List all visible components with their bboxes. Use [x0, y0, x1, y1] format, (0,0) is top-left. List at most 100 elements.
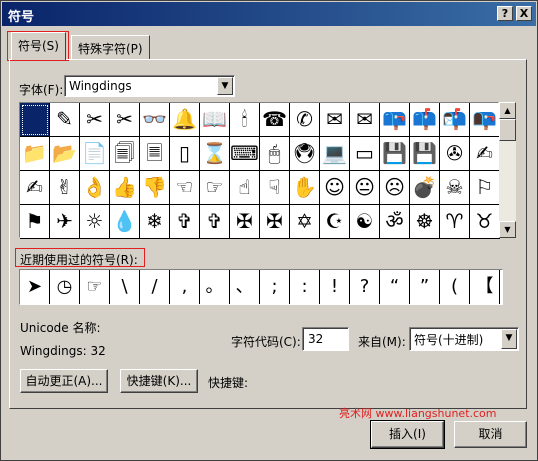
scroll-up-icon[interactable]: ▲ — [499, 102, 516, 119]
symbol-cell[interactable]: ☞ — [200, 171, 230, 205]
symbol-cell[interactable]: ☎ — [260, 103, 290, 137]
tab-special-characters[interactable]: 特殊字符(P) — [71, 35, 150, 59]
symbol-cell[interactable]: ⌛ — [200, 137, 230, 171]
symbol-cell[interactable]: ✠ — [260, 205, 290, 239]
symbol-cell[interactable]: 🗐 — [110, 137, 140, 171]
cancel-button[interactable]: 取消 — [454, 421, 527, 448]
recent-symbol-cell[interactable]: ◷ — [50, 270, 80, 304]
insert-button[interactable]: 插入(I) — [370, 420, 445, 449]
symbol-cell[interactable]: 💾 — [380, 137, 410, 171]
symbol-cell[interactable]: ✇ — [440, 137, 470, 171]
symbol-cell[interactable]: ✈ — [50, 205, 80, 239]
symbol-cell[interactable]: 👌 — [80, 171, 110, 205]
symbol-cell[interactable]: ✌ — [50, 171, 80, 205]
symbol-cell[interactable]: 🔔 — [170, 103, 200, 137]
symbol-cell[interactable]: ☺ — [320, 171, 350, 205]
symbol-cell[interactable]: 🕯 — [230, 103, 260, 137]
chevron-down-icon[interactable]: ▼ — [501, 329, 517, 349]
symbol-cell[interactable]: ♈ — [440, 205, 470, 239]
title-bar[interactable]: 符号 ? X — [2, 2, 536, 26]
symbol-cell[interactable]: 📭 — [470, 103, 500, 137]
symbol-cell[interactable]: ☠ — [440, 171, 470, 205]
symbol-cell[interactable]: 📬 — [440, 103, 470, 137]
symbol-cell[interactable]: ✍ — [20, 171, 50, 205]
symbol-cell[interactable]: ✂ — [110, 103, 140, 137]
tab-symbols[interactable]: 符号(S) — [11, 32, 66, 60]
help-button[interactable]: ? — [497, 6, 513, 21]
symbol-cell[interactable]: ✍ — [470, 137, 500, 171]
symbol-cell[interactable]: ✆ — [290, 103, 320, 137]
symbol-cell[interactable]: ▭ — [350, 137, 380, 171]
symbol-cell[interactable]: 📁 — [20, 137, 50, 171]
scroll-down-icon[interactable]: ▼ — [499, 221, 516, 238]
symbol-cell[interactable]: 💻 — [320, 137, 350, 171]
from-select[interactable]: 符号(十进制) ▼ — [409, 327, 519, 351]
recent-symbol-cell[interactable]: ➤ — [20, 270, 50, 304]
symbol-cell[interactable] — [20, 103, 50, 137]
char-code-input[interactable]: 32 — [302, 327, 349, 351]
recent-symbol-cell[interactable]: / — [140, 270, 170, 304]
recent-symbol-cell[interactable]: : — [290, 270, 320, 304]
recent-symbol-cell[interactable]: “ — [380, 270, 410, 304]
recent-symbol-cell[interactable]: ; — [260, 270, 290, 304]
recent-symbol-cell[interactable]: ? — [350, 270, 380, 304]
symbol-cell[interactable]: ✋ — [290, 171, 320, 205]
symbol-cell[interactable]: 🖱 — [260, 137, 290, 171]
symbol-cell[interactable]: 📖 — [200, 103, 230, 137]
recent-symbol-cell[interactable]: , — [170, 270, 200, 304]
symbol-cell[interactable]: 📂 — [50, 137, 80, 171]
autocorrect-button[interactable]: 自动更正(A)... — [20, 369, 108, 393]
symbol-cell[interactable]: ☯ — [350, 205, 380, 239]
symbol-cell[interactable]: ☼ — [80, 205, 110, 239]
symbol-cell[interactable]: ☹ — [380, 171, 410, 205]
symbol-cell[interactable]: ✉ — [320, 103, 350, 137]
recent-symbol-cell[interactable]: ” — [410, 270, 440, 304]
symbol-cell[interactable]: 📄 — [80, 137, 110, 171]
symbol-cell[interactable]: ☝ — [230, 171, 260, 205]
symbol-grid-scrollbar[interactable]: ▲ ▼ — [499, 102, 516, 238]
recent-symbol-cell[interactable]: 、 — [230, 270, 260, 304]
recent-symbol-cell[interactable]: 。 — [200, 270, 230, 304]
close-button[interactable]: X — [516, 6, 532, 21]
symbol-cell[interactable]: 👓 — [140, 103, 170, 137]
symbol-cell[interactable]: ⚐ — [470, 171, 500, 205]
symbol-cell[interactable]: ⚑ — [20, 205, 50, 239]
symbol-cell[interactable]: 📫 — [410, 103, 440, 137]
symbol-cell[interactable]: ♉ — [470, 205, 500, 239]
symbol-cell[interactable]: 😐 — [350, 171, 380, 205]
recent-symbol-cell[interactable]: ☞ — [80, 270, 110, 304]
symbol-cell[interactable]: ✡ — [290, 205, 320, 239]
symbol-cell[interactable]: ✞ — [200, 205, 230, 239]
watermark: 亮术网 www.liangshunet.com — [339, 407, 497, 420]
symbol-cell[interactable]: ✠ — [230, 205, 260, 239]
symbol-cell[interactable]: ☜ — [170, 171, 200, 205]
symbol-cell[interactable]: 📪 — [380, 103, 410, 137]
symbol-cell[interactable]: 💣 — [410, 171, 440, 205]
symbol-cell[interactable]: ❄ — [140, 205, 170, 239]
shortcut-key-button[interactable]: 快捷键(K)... — [120, 369, 198, 393]
symbol-cell[interactable]: 💾 — [410, 137, 440, 171]
symbol-cell[interactable]: ▯ — [170, 137, 200, 171]
symbol-cell[interactable]: 👎 — [140, 171, 170, 205]
symbol-cell[interactable]: ✂ — [80, 103, 110, 137]
symbol-cell[interactable]: ॐ — [380, 205, 410, 239]
symbol-cell[interactable]: ☪ — [320, 205, 350, 239]
symbol-cell[interactable]: ⌨ — [230, 137, 260, 171]
shortcut-label: 快捷键: — [208, 376, 249, 390]
symbol-cell[interactable]: 🗏 — [140, 137, 170, 171]
symbol-cell[interactable]: 👍 — [110, 171, 140, 205]
recent-symbol-cell[interactable]: ( — [440, 270, 470, 304]
symbol-cell[interactable]: ✎ — [50, 103, 80, 137]
symbol-cell[interactable]: ✉ — [350, 103, 380, 137]
symbol-cell[interactable]: 💧 — [110, 205, 140, 239]
recent-symbol-cell[interactable]: \ — [110, 270, 140, 304]
symbol-cell[interactable]: 🖲 — [290, 137, 320, 171]
symbol-cell[interactable]: ☟ — [260, 171, 290, 205]
symbol-cell[interactable]: ☸ — [410, 205, 440, 239]
font-select[interactable]: Wingdings ▼ — [64, 75, 235, 97]
symbol-cell[interactable]: ✞ — [170, 205, 200, 239]
scroll-thumb[interactable] — [499, 119, 516, 141]
chevron-down-icon[interactable]: ▼ — [217, 77, 233, 95]
recent-symbol-cell[interactable]: 【 — [470, 270, 500, 304]
recent-symbol-cell[interactable]: ! — [320, 270, 350, 304]
